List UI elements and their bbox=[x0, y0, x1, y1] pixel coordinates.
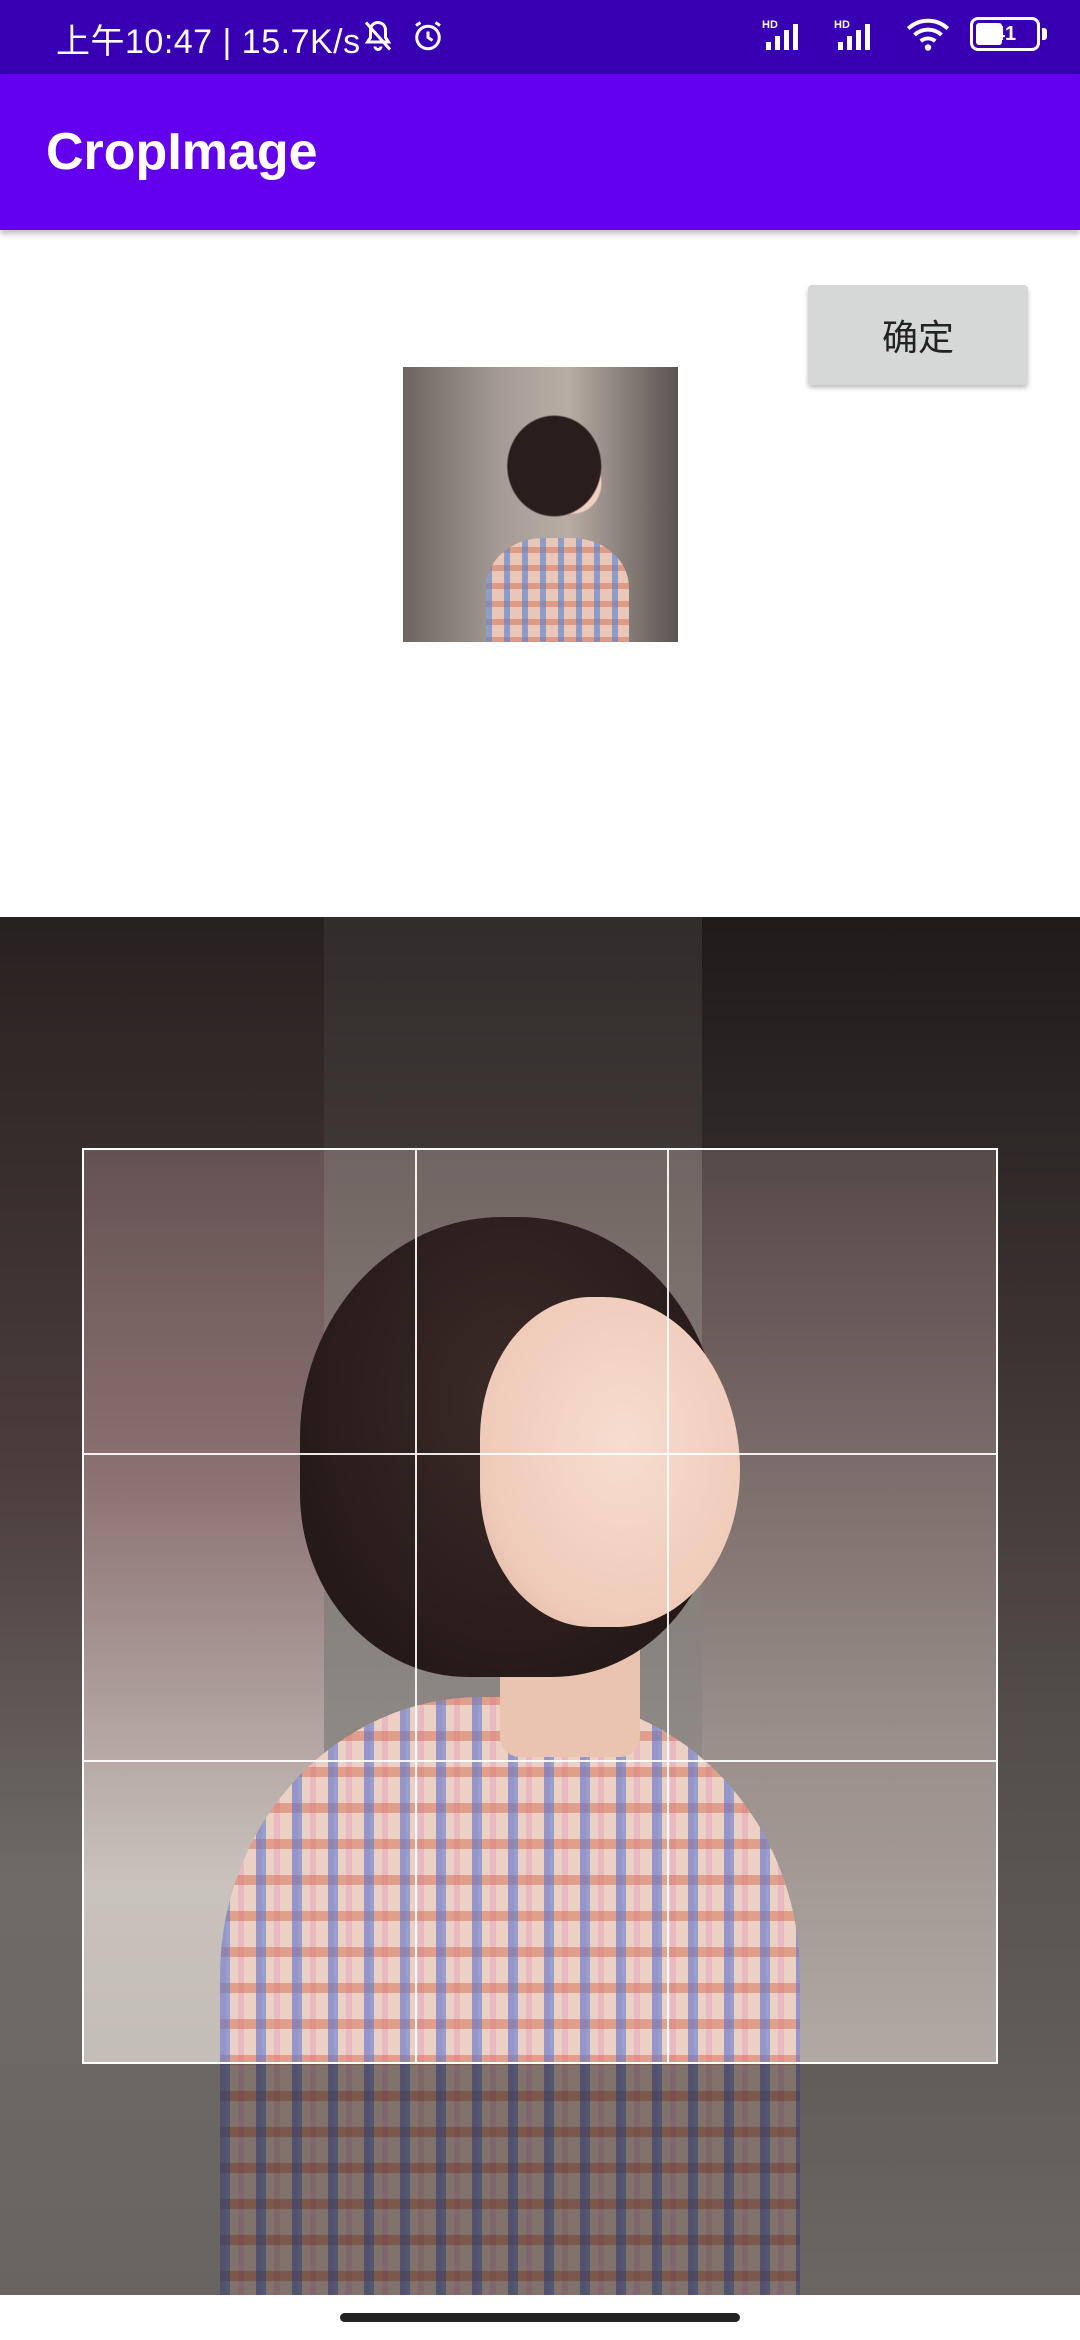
navigation-bar bbox=[0, 2295, 1080, 2340]
crop-dim-right bbox=[998, 1148, 1080, 2064]
crop-frame[interactable] bbox=[82, 1148, 998, 2064]
app-bar: CropImage bbox=[0, 74, 1080, 230]
crop-grid-line-v1 bbox=[415, 1150, 417, 2062]
crop-grid-line-v2 bbox=[667, 1150, 669, 2062]
crop-view[interactable] bbox=[0, 917, 1080, 2295]
status-bar: 上午10:47 | 15.7K/s HD HD 41 bbox=[0, 0, 1080, 74]
preview-shirt bbox=[485, 537, 629, 642]
crop-dim-top bbox=[0, 917, 1080, 1148]
crop-dim-bottom bbox=[0, 2064, 1080, 2295]
notifications-muted-icon bbox=[364, 20, 392, 51]
wifi-icon bbox=[906, 18, 950, 51]
crop-dim-left bbox=[0, 1148, 82, 2064]
alarm-icon bbox=[415, 21, 441, 51]
signal-icon: HD bbox=[762, 19, 798, 50]
status-right-icons: HD HD 41 bbox=[762, 16, 1047, 52]
signal-hd-label: HD bbox=[762, 19, 778, 31]
crop-grid-line-h1 bbox=[84, 1453, 996, 1455]
signal-icon-2: HD bbox=[834, 19, 870, 50]
battery-level: 41 bbox=[993, 22, 1017, 45]
crop-grid-line-h2 bbox=[84, 1760, 996, 1762]
cropped-preview-image bbox=[403, 367, 678, 642]
home-indicator[interactable] bbox=[340, 2313, 740, 2322]
status-time: 上午10:47 | 15.7K/s bbox=[56, 23, 361, 61]
battery-icon: 41 bbox=[970, 17, 1047, 51]
status-left-icons bbox=[360, 18, 446, 54]
app-title: CropImage bbox=[46, 123, 318, 181]
signal-hd-label-2: HD bbox=[834, 19, 850, 31]
confirm-button[interactable]: 确定 bbox=[808, 285, 1028, 385]
